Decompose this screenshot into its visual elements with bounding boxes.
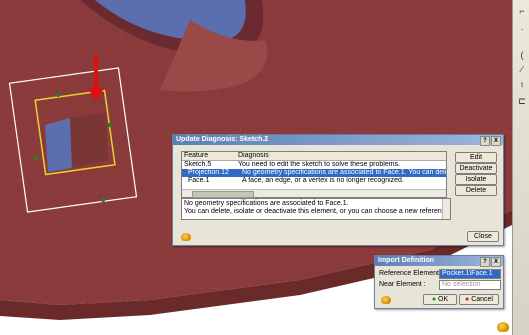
close-button[interactable]: X: [491, 257, 501, 267]
update-diagnosis-dialog: Update Diagnosis: Sketch.2 ? X Feature D…: [172, 134, 504, 246]
feature-cell: Projection.12: [188, 169, 229, 176]
message-line-1: No geometry specifications are associate…: [184, 200, 349, 207]
help-button[interactable]: ?: [480, 257, 490, 267]
sketch-icon[interactable]: ⌐: [517, 6, 527, 16]
diagnosis-cell: You need to edit the sketch to solve the…: [238, 161, 401, 168]
diagnosis-cell: No geometry specifications are associate…: [242, 169, 446, 176]
sheetmetal-icon[interactable]: ⊏: [517, 96, 527, 106]
column-header-feature[interactable]: Feature: [182, 152, 236, 160]
right-toolbar: ⌐ · ( ∕ ♮ ⊏: [512, 0, 529, 335]
cancel-label: Cancel: [471, 296, 493, 303]
line-icon[interactable]: ·: [517, 24, 527, 34]
ok-icon: ●: [431, 296, 437, 303]
table-row[interactable]: Face.1 A face, an edge, or a vertex is n…: [182, 177, 446, 185]
close-button[interactable]: X: [491, 136, 501, 146]
feature-cell: Sketch.5: [184, 161, 212, 168]
curve-icon[interactable]: ∕: [517, 64, 527, 74]
edit-button[interactable]: Edit: [455, 152, 497, 163]
ok-label: OK: [438, 296, 449, 303]
table-header: Feature Diagnosis: [182, 152, 446, 161]
horizontal-scrollbar[interactable]: [182, 189, 446, 198]
reference-element-label: Reference Element :: [379, 270, 443, 277]
constraint-icon[interactable]: ♮: [517, 80, 527, 90]
import-definition-titlebar: Import Definition ? X: [375, 256, 503, 267]
message-line-2: You can delete, isolate or deactivate th…: [184, 208, 451, 215]
table-row[interactable]: Sketch.5 You need to edit the sketch to …: [182, 161, 446, 169]
diagnosis-message: No geometry specifications are associate…: [181, 198, 451, 220]
table-row-selected[interactable]: Projection.12 No geometry specifications…: [182, 169, 446, 177]
help-button[interactable]: ?: [480, 136, 490, 146]
cancel-button[interactable]: ● Cancel: [459, 294, 499, 305]
catia-corner-logo-icon: [497, 322, 509, 332]
update-diagnosis-titlebar: Update Diagnosis: Sketch.2 ? X: [173, 135, 503, 146]
diagnosis-table[interactable]: Feature Diagnosis Sketch.5 You need to e…: [181, 151, 447, 198]
arc-icon[interactable]: (: [517, 50, 527, 60]
cancel-icon: ●: [465, 296, 470, 303]
dialog-title: Update Diagnosis: Sketch.2: [176, 136, 269, 143]
feature-cell: Face.1: [188, 177, 210, 184]
catia-logo-icon: [381, 296, 391, 304]
ok-button[interactable]: ● OK: [423, 294, 457, 305]
near-element-label: Near Element :: [379, 281, 426, 288]
catia-logo-icon: [181, 233, 191, 241]
delete-button[interactable]: Delete: [455, 185, 497, 196]
vertical-scrollbar[interactable]: [442, 199, 450, 219]
scroll-thumb[interactable]: [192, 191, 254, 198]
isolate-button[interactable]: Isolate: [455, 174, 497, 185]
dialog-close-button[interactable]: Close: [467, 231, 499, 242]
reference-element-field[interactable]: Pocket.1\Face.1: [439, 269, 501, 279]
diagnosis-cell: A face, an edge, or a vertex is no longe…: [242, 177, 404, 184]
dialog-title: Import Definition: [378, 257, 434, 264]
near-element-field[interactable]: No selection: [439, 280, 501, 290]
column-header-diagnosis[interactable]: Diagnosis: [236, 152, 446, 160]
deactivate-button[interactable]: Deactivate: [455, 163, 497, 174]
import-definition-dialog: Import Definition ? X Reference Element …: [374, 255, 504, 309]
